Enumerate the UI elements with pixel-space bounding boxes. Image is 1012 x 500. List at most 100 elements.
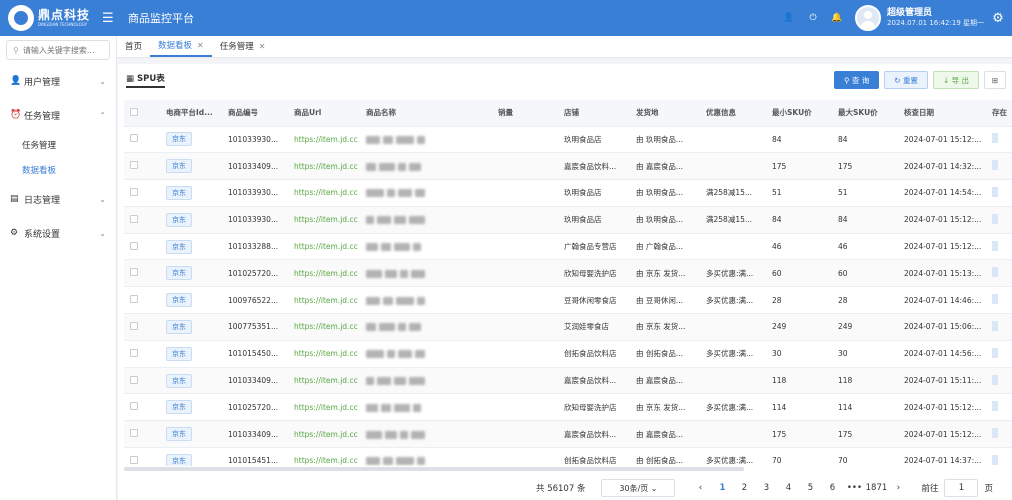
url-cell[interactable]: https://item.jd.cc: [288, 393, 360, 422]
row-checkbox[interactable]: [130, 455, 138, 464]
page-number[interactable]: 2: [733, 483, 755, 493]
url-cell[interactable]: https://item.jd.cc: [288, 420, 360, 449]
export-button[interactable]: ↓ 导 出: [932, 71, 979, 89]
row-select-cell[interactable]: [124, 126, 160, 154]
row-checkbox[interactable]: [130, 268, 138, 277]
url-cell[interactable]: https://item.jd.cc: [288, 233, 360, 261]
page-number[interactable]: 6: [821, 483, 843, 493]
row-checkbox[interactable]: [130, 402, 138, 411]
url-cell[interactable]: https://item.jd.cc: [288, 179, 360, 207]
table-row[interactable]: 京东 101033409... https://item.jd.cc 嘉宸食品饮料..…: [124, 420, 1012, 449]
column-header[interactable]: 销量: [492, 100, 558, 127]
tab-home[interactable]: 首页: [117, 35, 150, 57]
row-checkbox[interactable]: [130, 134, 138, 143]
url-cell[interactable]: https://item.jd.cc: [288, 152, 360, 181]
column-header[interactable]: 商品编号: [222, 100, 288, 127]
tab-data-dashboard[interactable]: 数据看板 ✕: [150, 35, 212, 57]
url-cell[interactable]: https://item.jd.cc: [288, 340, 360, 368]
table-row[interactable]: 京东 101033409... https://item.jd.cc 嘉宸食品饮料..…: [124, 152, 1012, 181]
select-all-cell[interactable]: [124, 100, 160, 127]
column-header[interactable]: 最小SKU价: [766, 100, 832, 127]
row-select-cell[interactable]: [124, 393, 160, 422]
row-checkbox[interactable]: [130, 348, 138, 357]
avatar[interactable]: [855, 5, 882, 31]
sidebar-item-task-management[interactable]: ⏰ 任务管理 ⌃: [0, 98, 116, 132]
column-header[interactable]: 核查日期: [898, 100, 986, 127]
row-checkbox[interactable]: [130, 241, 138, 250]
table-row[interactable]: 京东 101033288... https://item.jd.cc 广翰食品专营店 由…: [124, 233, 1012, 261]
url-cell[interactable]: https://item.jd.cc: [288, 206, 360, 234]
row-checkbox[interactable]: [130, 321, 138, 330]
sidebar-subitem-task-management[interactable]: 任务管理: [0, 132, 116, 157]
column-header[interactable]: 店铺: [558, 100, 630, 127]
tab-task-management[interactable]: 任务管理 ✕: [212, 35, 274, 57]
table-row[interactable]: 京东 101033930... https://item.jd.cc 玖明食品店 由 玖…: [124, 206, 1012, 234]
sidebar-item-system-settings[interactable]: ⚙ 系统设置 ⌄: [0, 216, 116, 250]
column-header[interactable]: 商品Url: [288, 100, 360, 127]
user-icon[interactable]: 👤: [777, 13, 801, 23]
row-select-cell[interactable]: [124, 447, 160, 466]
gear-icon[interactable]: ⚙: [984, 11, 1012, 26]
row-select-cell[interactable]: [124, 313, 160, 341]
url-text[interactable]: https://item.jd.cc: [294, 430, 358, 439]
url-cell[interactable]: https://item.jd.cc: [288, 259, 360, 288]
table-row[interactable]: 京东 101015451... https://item.jd.cc 创拓食品饮料店 由…: [124, 447, 1012, 466]
user-profile[interactable]: 超级管理员 2024.07.01 16:42:19 星期一: [855, 5, 984, 31]
search-input[interactable]: [22, 45, 103, 55]
row-checkbox[interactable]: [130, 187, 138, 196]
row-checkbox[interactable]: [130, 214, 138, 223]
row-select-cell[interactable]: [124, 206, 160, 234]
column-header[interactable]: 电商平台Id...: [160, 100, 222, 127]
page-number[interactable]: 1: [711, 483, 733, 493]
page-number[interactable]: 4: [777, 483, 799, 493]
url-text[interactable]: https://item.jd.cc: [294, 135, 358, 144]
more-pages-icon[interactable]: •••: [843, 483, 865, 493]
url-text[interactable]: https://item.jd.cc: [294, 269, 358, 278]
sidebar-item-user-management[interactable]: 👤 用户管理 ⌄: [0, 64, 116, 98]
url-text[interactable]: https://item.jd.cc: [294, 215, 358, 224]
table-row[interactable]: 京东 101025720... https://item.jd.cc 欣知母婴洗护店 由…: [124, 393, 1012, 422]
url-text[interactable]: https://item.jd.cc: [294, 376, 358, 385]
row-select-cell[interactable]: [124, 152, 160, 181]
select-all-checkbox[interactable]: [130, 107, 138, 116]
row-select-cell[interactable]: [124, 286, 160, 315]
url-text[interactable]: https://item.jd.cc: [294, 188, 358, 197]
horizontal-scrollbar[interactable]: [124, 467, 744, 471]
query-button[interactable]: ⚲ 查 询: [833, 71, 880, 89]
row-checkbox[interactable]: [130, 429, 138, 438]
row-select-cell[interactable]: [124, 340, 160, 368]
row-select-cell[interactable]: [124, 233, 160, 261]
prev-page-button[interactable]: ‹: [689, 483, 711, 493]
page-number[interactable]: 3: [755, 483, 777, 493]
column-header[interactable]: 存在: [986, 100, 1012, 127]
column-header[interactable]: 最大SKU价: [832, 100, 898, 127]
column-header[interactable]: 发货地: [630, 100, 700, 127]
row-select-cell[interactable]: [124, 367, 160, 395]
url-text[interactable]: https://item.jd.cc: [294, 403, 358, 412]
table-row[interactable]: 京东 101033409... https://item.jd.cc 嘉宸食品饮料..…: [124, 367, 1012, 395]
url-cell[interactable]: https://item.jd.cc: [288, 367, 360, 395]
bell-icon[interactable]: 🔔: [825, 13, 849, 23]
url-cell[interactable]: https://item.jd.cc: [288, 447, 360, 466]
power-icon[interactable]: ⏻: [801, 13, 825, 23]
table-row[interactable]: 京东 100775351... https://item.jd.cc 艾润娃零食店 由 …: [124, 313, 1012, 341]
reset-button[interactable]: ↻ 重置: [884, 71, 928, 89]
table-row[interactable]: 京东 101015450... https://item.jd.cc 创拓食品饮料店 由…: [124, 340, 1012, 368]
page-size-select[interactable]: 30条/页 ⌄: [601, 479, 676, 497]
row-select-cell[interactable]: [124, 259, 160, 288]
sidebar-item-log-management[interactable]: ▤ 日志管理 ⌄: [0, 182, 116, 216]
url-text[interactable]: https://item.jd.cc: [294, 349, 358, 358]
url-text[interactable]: https://item.jd.cc: [294, 296, 358, 305]
row-checkbox[interactable]: [130, 295, 138, 304]
url-text[interactable]: https://item.jd.cc: [294, 162, 358, 171]
close-icon[interactable]: ✕: [259, 42, 266, 51]
url-cell[interactable]: https://item.jd.cc: [288, 286, 360, 315]
url-text[interactable]: https://item.jd.cc: [294, 456, 358, 465]
goto-page-input[interactable]: 1: [944, 479, 979, 497]
column-header[interactable]: 商品名称: [360, 100, 492, 127]
column-header[interactable]: 优惠信息: [700, 100, 766, 127]
close-icon[interactable]: ✕: [197, 41, 204, 50]
sidebar-subitem-data-dashboard[interactable]: 数据看板: [0, 157, 116, 182]
table-row[interactable]: 京东 100976522... https://item.jd.cc 豆哥休闲零食店 由…: [124, 286, 1012, 315]
menu-toggle-icon[interactable]: ☰: [102, 11, 118, 26]
